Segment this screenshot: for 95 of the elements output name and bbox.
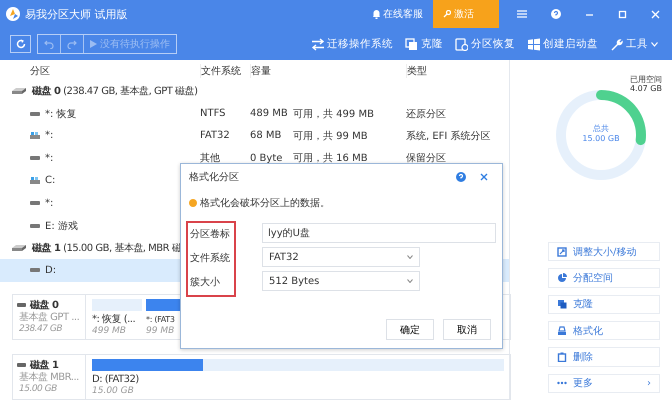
action-button[interactable]: 格式化 [548, 320, 660, 340]
undo-icon [44, 40, 54, 48]
maximize-icon[interactable] [618, 10, 627, 18]
table-cell-text: NTFS [200, 108, 227, 120]
partition-label: D: (FAT32) [92, 374, 140, 386]
pie-icon [557, 272, 567, 283]
disk-label: 磁盘 0 (238.47 GB, 基本盘, GPT 磁盘) [32, 84, 198, 98]
refresh-button[interactable] [10, 35, 31, 53]
menu-icon[interactable] [517, 10, 527, 18]
chevron-down-icon [651, 42, 658, 46]
field-label: 分区卷标 [190, 228, 231, 242]
bell-icon [372, 9, 381, 19]
dropdown[interactable]: FAT32 [262, 247, 420, 267]
action-button[interactable]: 更多 › [548, 374, 660, 393]
refresh-icon [16, 39, 26, 49]
partition-label: *: 恢复 (... [92, 314, 136, 326]
partition-name[interactable]: *: [45, 198, 54, 209]
resize-icon [557, 246, 567, 257]
disk-size: 238.47 GB [18, 324, 64, 334]
drive-icon [17, 363, 26, 367]
action-button[interactable]: 删除 [548, 347, 660, 367]
partition-size: 499 MB [92, 326, 127, 336]
partition-size: 15.00 GB [92, 386, 135, 396]
dialog-title: 格式化分区 [189, 170, 239, 184]
total-value: 15.00 GB [581, 134, 621, 144]
partition-name[interactable]: *: [45, 130, 54, 142]
table-cell-text: 保留分区 [406, 152, 447, 166]
partition-label: *: (FAT3 [146, 314, 176, 326]
total-label: 总共 [592, 124, 610, 134]
column-header: 容量 [250, 64, 293, 78]
toolbar-button[interactable]: 克隆 [399, 37, 449, 51]
window-title: 易我分区大师 试用版 [25, 6, 128, 22]
table-cell-text: FAT32 [200, 130, 231, 142]
table-cell-text: 可用，共 99 MB [293, 130, 369, 143]
help-icon[interactable] [551, 9, 561, 19]
used-label: 已用空间 [630, 76, 662, 85]
windows-icon [527, 38, 540, 50]
table-cell-text: 0 Byte [250, 152, 284, 164]
dialog-button[interactable]: 取消 [443, 319, 491, 340]
redo-icon [67, 40, 77, 48]
copy-icon [557, 299, 567, 310]
table-cell-text: 可用，共 16 MB [293, 152, 369, 166]
table-cell-text: 68 MB [250, 130, 282, 142]
action-button[interactable]: 分配空间 [548, 268, 660, 288]
action-button[interactable]: 克隆 [548, 294, 660, 314]
play-icon [90, 40, 97, 48]
disk-type: 基本盘 GPT ... [18, 312, 80, 324]
field-label: 文件系统 [190, 252, 231, 266]
dropdown[interactable]: 512 Bytes [262, 271, 420, 291]
partition-name[interactable]: E: 游戏 [45, 218, 78, 233]
close-icon[interactable] [480, 173, 488, 181]
table-cell-text: 其他 [200, 152, 221, 166]
column-header: 分区 [30, 65, 51, 78]
toolbar-button[interactable]: 工具 [604, 37, 664, 51]
logo-icon [6, 7, 20, 21]
toolbar-button[interactable]: 分区恢复 [449, 37, 521, 51]
support-link[interactable]: 在线客服 [372, 7, 423, 21]
partition-name[interactable]: *: [45, 152, 54, 164]
text-field[interactable]: lyy的U盘 [262, 223, 496, 243]
disk-name: 磁盘 0 [30, 298, 58, 312]
chevron-down-icon [407, 279, 413, 283]
partition-name[interactable]: D: [45, 264, 56, 276]
column-header: 类型 [406, 64, 509, 78]
arrows-icon [311, 38, 324, 50]
partition-name[interactable]: *: 恢复 [45, 106, 77, 121]
chevron-right-icon: › [647, 378, 651, 389]
disk-recovery-icon [455, 38, 468, 50]
table-cell-text: 系统, EFI 系统分区 [406, 130, 492, 143]
help-icon[interactable] [456, 172, 466, 182]
key-icon [443, 10, 451, 18]
column-header: 文件系统 [200, 64, 250, 78]
disk-type: 基本盘 MBR... [18, 372, 79, 384]
format-icon [557, 326, 567, 336]
action-button[interactable]: 调整大小/移动 [548, 242, 660, 262]
partition-name[interactable]: C: [45, 175, 56, 186]
dialog-button[interactable]: 确定 [386, 319, 434, 340]
table-cell-text: 还原分区 [406, 108, 447, 121]
warning-icon [189, 199, 197, 207]
field-label: 簇大小 [190, 276, 221, 290]
table-cell-text: 可用，共 499 MB [293, 108, 375, 121]
toolbar-button[interactable]: 创建启动盘 [521, 37, 604, 51]
partition-bar[interactable] [92, 359, 504, 371]
disk-name: 磁盘 1 [30, 358, 58, 372]
drive-icon [17, 303, 26, 307]
copy-icon [405, 38, 418, 50]
partition-size: 99 MB [146, 326, 176, 336]
table-cell-text: 489 MB [250, 108, 289, 120]
toolbar-button[interactable]: 迁移操作系统 [305, 37, 399, 51]
wrench-icon [610, 38, 623, 50]
disk-size: 15.00 GB [18, 384, 58, 394]
warning-text: 格式化会破坏分区上的数据。 [200, 196, 330, 210]
clipboard-icon [557, 352, 567, 362]
partition-bar[interactable] [146, 299, 182, 311]
used-value: 4.07 GB [630, 84, 662, 94]
chevron-down-icon [407, 255, 413, 259]
